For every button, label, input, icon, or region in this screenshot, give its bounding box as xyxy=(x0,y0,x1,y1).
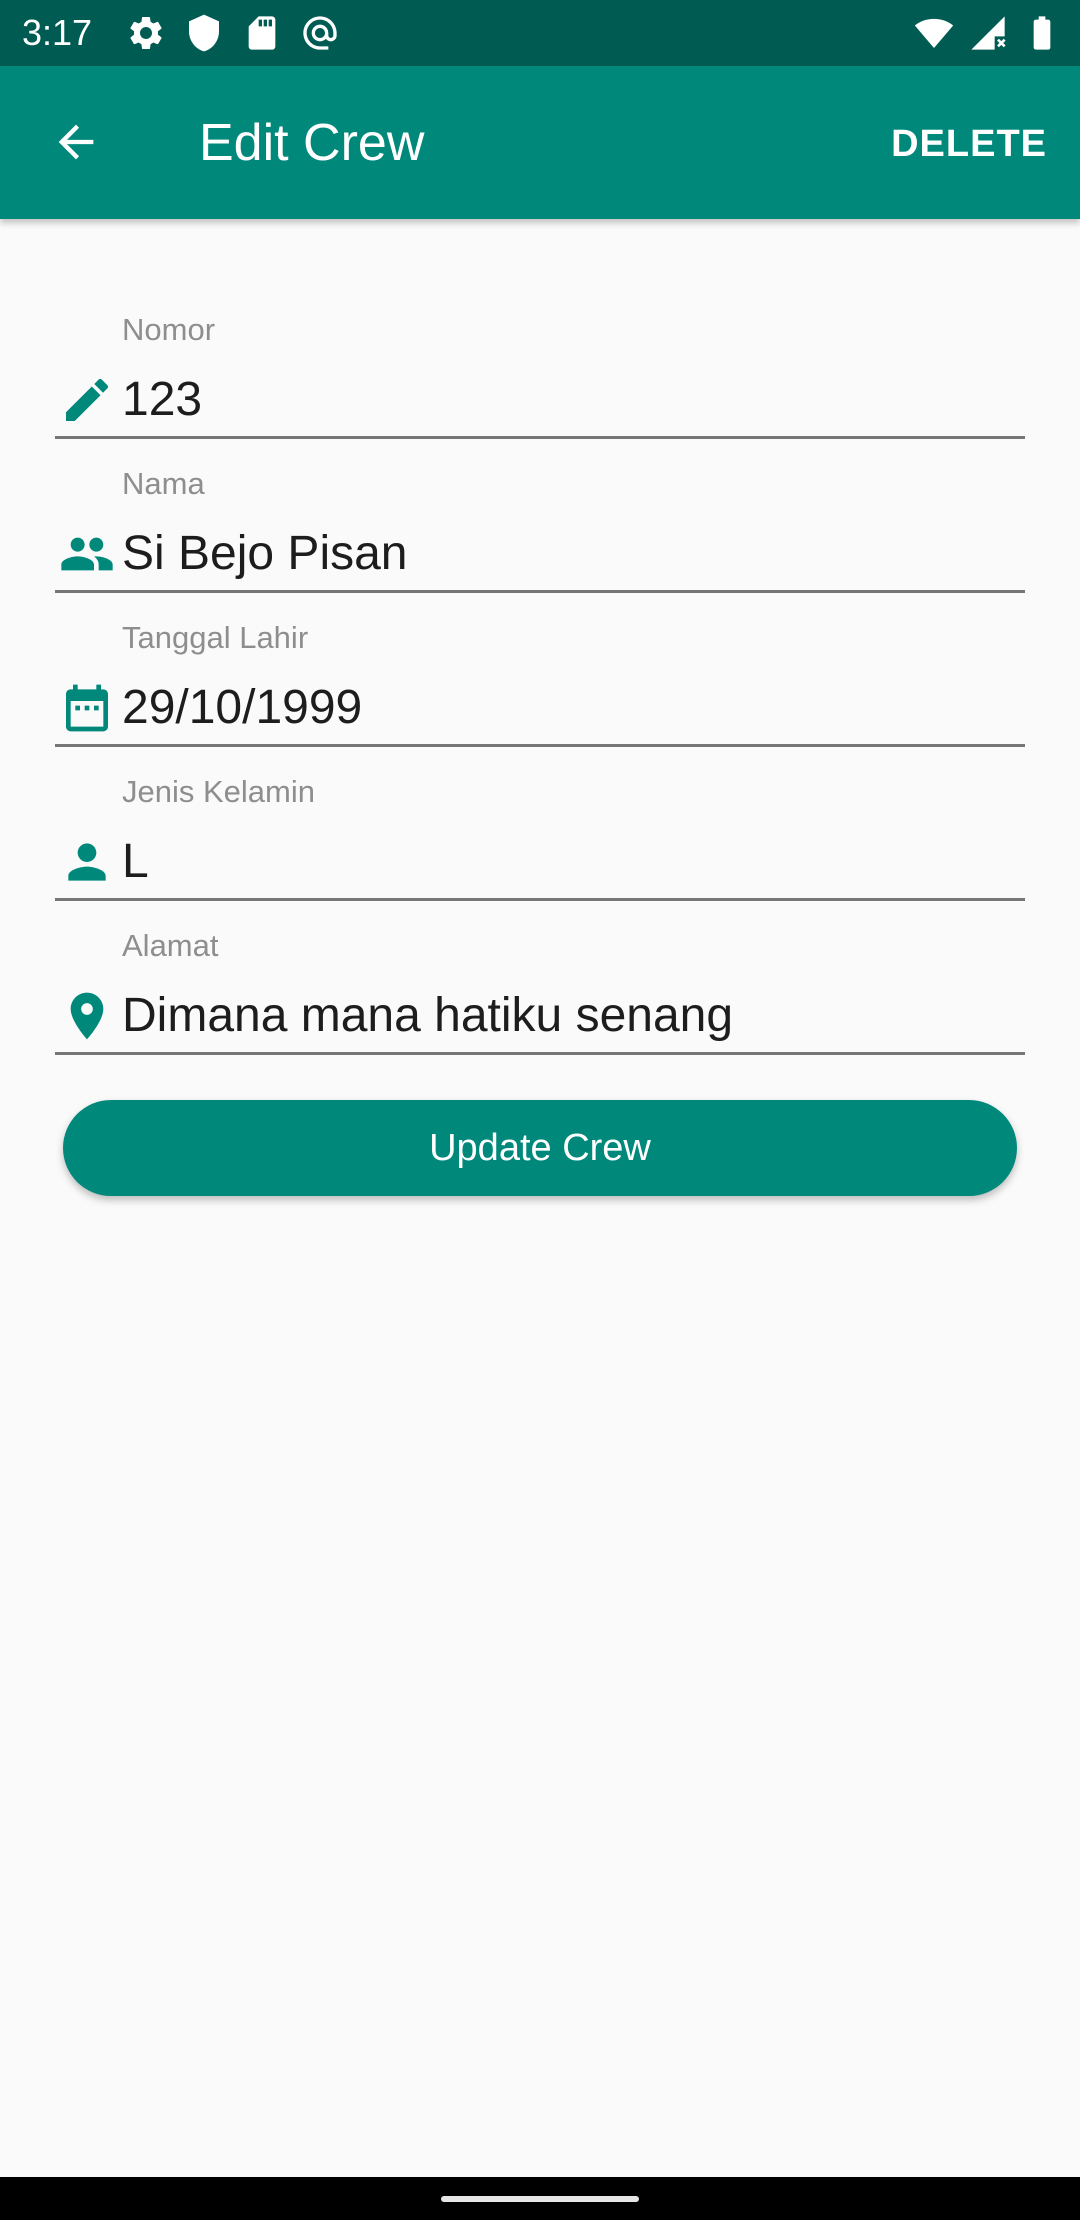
arrow-back-icon xyxy=(58,124,94,160)
status-system-icons xyxy=(914,13,1062,53)
calendar-icon xyxy=(66,684,108,732)
nama-input[interactable] xyxy=(122,524,1012,584)
field-label: Tanggal Lahir xyxy=(122,620,309,655)
alamat-field: Alamat xyxy=(55,926,1025,1055)
page-title: Edit Crew xyxy=(199,114,425,172)
pencil-icon xyxy=(66,378,109,421)
signal-icon xyxy=(971,16,1006,50)
status-bar: 3:17 xyxy=(0,0,1080,66)
jenis-kelamin-input[interactable] xyxy=(122,832,1012,892)
field-label: Nomor xyxy=(122,312,216,347)
field-label: Jenis Kelamin xyxy=(122,774,315,809)
settings-icon xyxy=(130,17,162,49)
wifi-icon xyxy=(914,18,954,48)
delete-button[interactable]: DELETE xyxy=(891,121,1047,167)
shield-icon xyxy=(189,14,219,52)
nomor-input[interactable] xyxy=(122,370,1012,430)
back-button[interactable] xyxy=(40,106,112,178)
jenis-kelamin-field: Jenis Kelamin xyxy=(55,772,1025,901)
nama-field: Nama xyxy=(55,464,1025,593)
tanggal-lahir-input[interactable] xyxy=(122,678,1012,738)
tanggal-lahir-field: Tanggal Lahir xyxy=(55,618,1025,747)
alamat-input[interactable] xyxy=(122,986,1012,1046)
home-handle[interactable] xyxy=(441,2196,639,2202)
battery-icon xyxy=(1033,16,1051,50)
status-time: 3:17 xyxy=(22,12,93,53)
nomor-field: Nomor xyxy=(55,310,1025,439)
at-sign-icon xyxy=(303,16,337,50)
status-notification-icons xyxy=(126,13,340,53)
navigation-bar xyxy=(0,2177,1080,2220)
group-icon xyxy=(61,537,113,571)
location-pin-icon xyxy=(70,992,104,1040)
app-bar: Edit Crew DELETE xyxy=(0,66,1080,219)
field-label: Nama xyxy=(122,466,205,501)
field-label: Alamat xyxy=(122,928,219,963)
update-crew-button[interactable]: Update Crew xyxy=(63,1100,1017,1196)
sd-card-icon xyxy=(248,16,276,50)
person-icon xyxy=(68,843,106,881)
